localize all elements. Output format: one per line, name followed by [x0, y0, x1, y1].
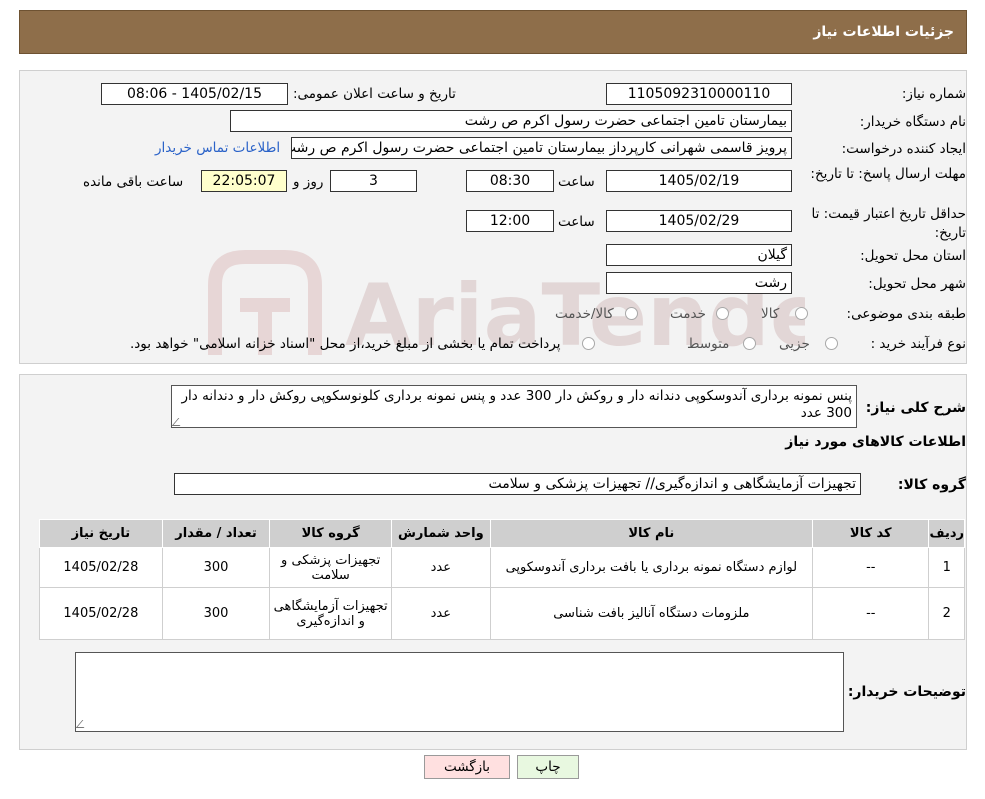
buyer-notes-textarea[interactable] [75, 652, 844, 732]
summary-text: پنس نمونه برداری آندوسکوپی دندانه دار و … [181, 388, 852, 421]
category-label: طبقه بندی موضوعی: [846, 306, 966, 322]
remaining-time-field: 22:05:07 [201, 170, 287, 192]
days-remaining-field: 3 [330, 170, 417, 192]
col-header-name: نام کالا [489, 519, 814, 548]
cell-unit: عدد [390, 547, 491, 588]
category-radio-service[interactable] [716, 307, 729, 320]
col-header-date: تاریخ نیاز [39, 519, 163, 548]
city-label: شهر محل تحویل: [868, 276, 966, 292]
buyer-notes-label: توضیحات خریدار: [847, 684, 966, 700]
category-option-service: خدمت [670, 306, 706, 322]
deadline-time-label: ساعت [558, 174, 595, 190]
creator-field: پرویز قاسمی شهرانی کارپرداز بیمارستان تا… [291, 137, 792, 159]
cell-date: 1405/02/28 [39, 587, 163, 640]
cell-code: -- [812, 587, 930, 640]
cell-row: 2 [928, 587, 965, 640]
validity-time-field: 12:00 [466, 210, 554, 232]
print-button[interactable]: چاپ [517, 755, 579, 779]
deadline-date-field: 1405/02/19 [606, 170, 792, 192]
process-radio-minor[interactable] [825, 337, 838, 350]
treasury-checkbox[interactable] [582, 337, 595, 350]
col-header-row: ردیف [928, 519, 965, 548]
validity-date-field: 1405/02/29 [606, 210, 792, 232]
summary-label: شرح کلی نیاز: [865, 400, 966, 416]
cell-qty: 300 [161, 587, 271, 640]
table-header-row: ردیف کد کالا نام کالا واحد شمارش گروه کا… [39, 519, 965, 548]
cell-name: لوازم دستگاه نمونه برداری یا بافت برداری… [489, 547, 814, 588]
goods-info-title: اطلاعات کالاهای مورد نیاز [785, 434, 966, 450]
col-header-code: کد کالا [812, 519, 930, 548]
cell-code: -- [812, 547, 930, 588]
creator-label: ایجاد کننده درخواست: [841, 141, 966, 157]
deadline-label: مهلت ارسال پاسخ: تا تاریخ: [810, 166, 966, 182]
announce-label: تاریخ و ساعت اعلان عمومی: [293, 86, 456, 102]
buyer-org-field: بیمارستان تامین اجتماعی حضرت رسول اکرم ص… [230, 110, 792, 132]
items-table: ردیف کد کالا نام کالا واحد شمارش گروه کا… [39, 519, 965, 640]
process-note: پرداخت تمام یا بخشی از مبلغ خرید،از محل … [130, 336, 561, 352]
buyer-contact-link[interactable]: اطلاعات تماس خریدار [155, 140, 280, 156]
province-label: استان محل تحویل: [860, 248, 966, 264]
buyer-org-label: نام دستگاه خریدار: [859, 114, 966, 130]
category-option-goods: کالا [761, 306, 780, 322]
process-option-minor: جزیی [779, 336, 810, 352]
table-row: 1 -- لوازم دستگاه نمونه برداری یا بافت ب… [39, 547, 965, 588]
page-title: جزئیات اطلاعات نیاز [813, 24, 954, 40]
table-row: 2 -- ملزومات دستگاه آنالیز بافت شناسی عد… [39, 587, 965, 640]
category-radio-goods-service[interactable] [625, 307, 638, 320]
remaining-label: ساعت باقی مانده [83, 174, 184, 190]
province-field: گیلان [606, 244, 792, 266]
cell-group: تجهیزات آزمایشگاهی و اندازه‌گیری [269, 587, 392, 640]
validity-label: حداقل تاریخ اعتبار قیمت: تا تاریخ: [811, 206, 966, 241]
cell-group: تجهیزات پزشکی و سلامت [269, 547, 392, 588]
col-header-unit: واحد شمارش [390, 519, 491, 548]
cell-row: 1 [928, 547, 965, 588]
process-label: نوع فرآیند خرید : [870, 336, 966, 352]
announce-field: 1405/02/15 - 08:06 [101, 83, 288, 105]
cell-unit: عدد [390, 587, 491, 640]
back-button[interactable]: بازگشت [424, 755, 510, 779]
process-option-medium: متوسط [687, 336, 730, 352]
page-header: جزئیات اطلاعات نیاز [19, 10, 967, 54]
category-radio-goods[interactable] [795, 307, 808, 320]
process-radio-medium[interactable] [743, 337, 756, 350]
col-header-group: گروه کالا [269, 519, 392, 548]
need-number-label: شماره نیاز: [901, 86, 966, 102]
cell-name: ملزومات دستگاه آنالیز بافت شناسی [489, 587, 814, 640]
col-header-qty: تعداد / مقدار [161, 519, 271, 548]
deadline-time-field: 08:30 [466, 170, 554, 192]
validity-time-label: ساعت [558, 214, 595, 230]
cell-date: 1405/02/28 [39, 547, 163, 588]
need-number-field: 1105092310000110 [606, 83, 792, 105]
cell-qty: 300 [161, 547, 271, 588]
goods-group-field: تجهیزات آزمایشگاهی و اندازه‌گیری// تجهیز… [174, 473, 861, 495]
summary-textarea[interactable]: پنس نمونه برداری آندوسکوپی دندانه دار و … [171, 385, 857, 428]
days-label: روز و [293, 174, 324, 190]
category-option-goods-service: کالا/خدمت [555, 306, 614, 322]
goods-group-label: گروه کالا: [897, 477, 966, 493]
city-field: رشت [606, 272, 792, 294]
